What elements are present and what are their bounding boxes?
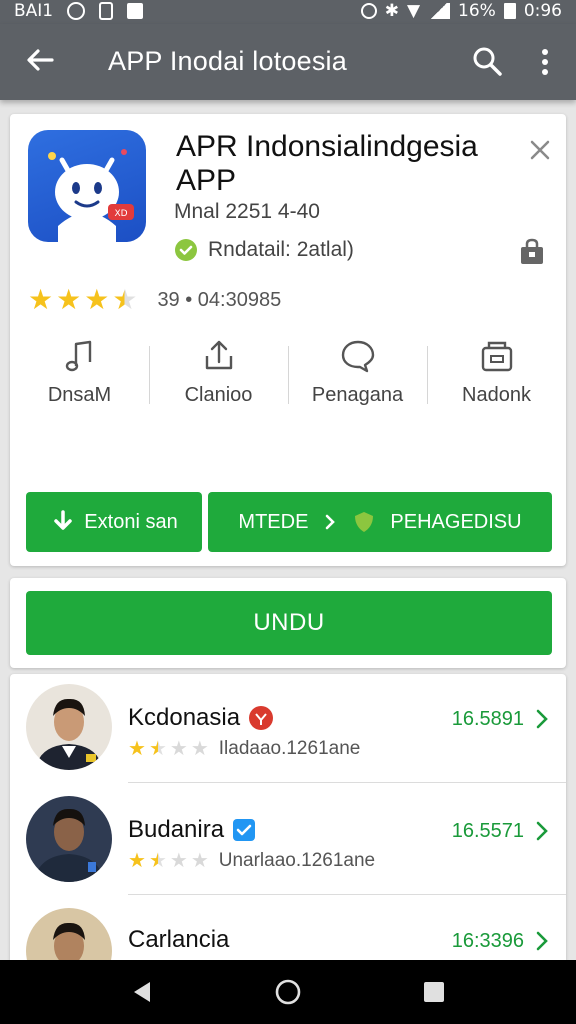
list-item[interactable]: Carlancia 16:3396 — [10, 898, 566, 964]
shopping-bag-icon[interactable] — [518, 238, 546, 266]
chevron-right-icon — [536, 931, 548, 951]
sync-icon — [67, 2, 86, 20]
more-vert-icon[interactable] — [532, 44, 558, 80]
list-item-name: Budanira — [128, 816, 256, 844]
half-star-icon: ★ — [112, 284, 138, 315]
verified-check-icon — [175, 239, 197, 261]
star-empty-icon: ★ — [169, 850, 188, 872]
verified-row: Rndatail: 2atlal) — [174, 238, 354, 262]
avatar — [26, 684, 112, 770]
action-chat[interactable]: Penagana — [288, 338, 427, 418]
action-label: Clanioo — [184, 384, 253, 406]
download-arrow-icon — [54, 510, 73, 530]
action-music[interactable]: DnsaM — [10, 338, 149, 418]
developer-list: Kcdonasia ★ ★ ★ ★ Iladaao.1261ane 16.5891 — [10, 674, 566, 964]
red-badge-icon — [249, 706, 274, 730]
secondary-button[interactable]: MTEDE PEHAGEDISU — [208, 492, 552, 552]
install-button[interactable]: UNDU — [26, 591, 552, 655]
action-share[interactable]: Clanioo — [149, 338, 288, 418]
list-item-name-text: Budanira — [128, 816, 225, 843]
star-icon: ★ — [56, 284, 82, 315]
half-star-icon: ★ — [148, 850, 167, 872]
nav-back-icon[interactable] — [128, 978, 156, 1006]
music-note-icon — [65, 340, 91, 372]
star-empty-icon: ★ — [190, 850, 209, 872]
divider — [128, 894, 566, 895]
action-label: Penagana — [311, 384, 404, 406]
list-item-subtitle-text: Unarlaao.1261ane — [218, 850, 376, 871]
action-label: DnsaM — [47, 384, 112, 406]
list-item-name-text: Carlancia — [128, 926, 230, 953]
system-nav-bar — [0, 960, 576, 1024]
list-item-stars: ★ ★ ★ ★ — [128, 851, 209, 871]
blue-verified-icon — [233, 819, 256, 841]
secondary-button-label-a: MTEDE — [238, 510, 309, 533]
arrow-back-icon[interactable] — [22, 42, 58, 78]
download-button-label: Extoni san — [84, 510, 178, 533]
wallet-icon — [481, 341, 512, 372]
list-item[interactable]: Budanira ★ ★ ★ ★ Unarlaao.1261ane 16.5571 — [10, 786, 566, 898]
list-item-count: 16:3396 — [451, 930, 524, 952]
app-meta: Mnal 2251 4-40 — [174, 200, 320, 223]
rating-text: 39 • 04:30985 — [157, 288, 282, 311]
star-icon: ★ — [128, 738, 146, 760]
battery-percent: 16% — [458, 1, 496, 21]
chat-bubble-icon — [341, 340, 374, 373]
chevron-right-icon — [536, 821, 548, 841]
nav-home-icon[interactable] — [274, 978, 302, 1006]
wifi-icon: ▼ — [406, 1, 421, 21]
shield-icon — [355, 512, 374, 532]
alarm-icon — [360, 3, 377, 19]
list-item-subtitle: ★ ★ ★ ★ Unarlaao.1261ane — [128, 850, 375, 872]
list-item-subtitle: ★ ★ ★ ★ Iladaao.1261ane — [128, 738, 360, 760]
square-notification-icon — [127, 3, 144, 19]
notification-icon — [99, 2, 114, 20]
list-item[interactable]: Kcdonasia ★ ★ ★ ★ Iladaao.1261ane 16.5891 — [10, 674, 566, 786]
status-bar: BAI1 ✱ ▼ 16% 0:96 — [0, 0, 576, 24]
signal-icon — [428, 3, 451, 19]
app-name: APR Indonsialindgesia APP — [176, 130, 478, 197]
battery-icon — [503, 3, 516, 19]
action-buttons: Extoni san MTEDE PEHAGEDISU — [26, 492, 552, 552]
star-empty-icon: ★ — [190, 738, 209, 760]
bluetooth-icon: ✱ — [384, 1, 399, 21]
rating-stars: ★ ★ ★ ★ — [28, 286, 137, 314]
star-icon: ★ — [84, 284, 110, 315]
download-button[interactable]: Extoni san — [26, 492, 202, 552]
list-item-count: 16.5571 — [451, 820, 524, 842]
share-icon — [205, 340, 232, 370]
install-card: UNDU — [10, 578, 566, 668]
verified-text: Rndatail: 2atlal) — [208, 238, 354, 261]
app-logo-icon: XD — [28, 130, 146, 242]
app-details-card: XD APR Indonsialindgesia APP Mnal 2251 4… — [10, 114, 566, 566]
star-empty-icon: ★ — [169, 738, 188, 760]
list-item-name: Kcdonasia — [128, 704, 274, 732]
action-row: DnsaM Clanioo Penagana Nadonk — [10, 338, 566, 418]
carrier-label: BAI1 — [14, 1, 54, 21]
search-icon[interactable] — [470, 44, 504, 78]
chevron-right-icon — [326, 514, 336, 530]
app-bar: APP Inodai lotoesia — [0, 24, 576, 100]
action-wallet[interactable]: Nadonk — [427, 338, 566, 418]
avatar — [26, 908, 112, 964]
nav-recents-icon[interactable] — [420, 978, 448, 1006]
app-bar-title: APP Inodai lotoesia — [108, 46, 347, 76]
list-item-subtitle-text: Iladaao.1261ane — [218, 738, 361, 759]
star-icon: ★ — [128, 850, 146, 872]
list-item-count: 16.5891 — [451, 708, 524, 730]
half-star-icon: ★ — [148, 738, 167, 760]
close-icon[interactable] — [526, 136, 554, 164]
list-item-stars: ★ ★ ★ ★ — [128, 739, 209, 759]
star-icon: ★ — [28, 284, 54, 315]
list-item-name: Carlancia — [128, 926, 229, 954]
clock: 0:96 — [523, 1, 562, 21]
chevron-right-icon — [536, 709, 548, 729]
rating-row: ★ ★ ★ ★ 39 • 04:30985 — [28, 286, 281, 314]
svg-text:XD: XD — [114, 209, 127, 219]
action-label: Nadonk — [462, 384, 531, 406]
list-item-name-text: Kcdonasia — [128, 704, 241, 731]
avatar — [26, 796, 112, 882]
divider — [128, 782, 566, 783]
secondary-button-label-b: PEHAGEDISU — [390, 510, 522, 533]
